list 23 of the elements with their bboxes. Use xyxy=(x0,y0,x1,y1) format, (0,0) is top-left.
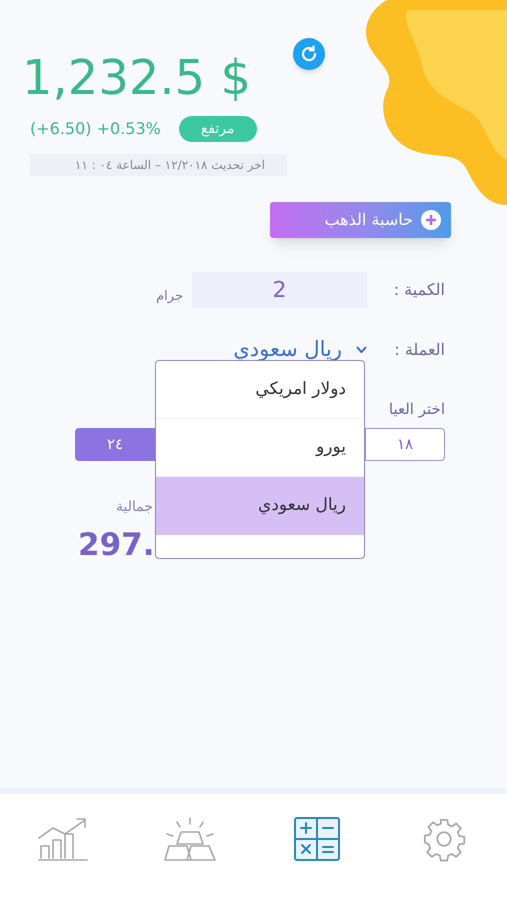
last-update: اخر تحديث ١٢/٢٠١٨ – الساعة ٠٤ : ١١ xyxy=(30,154,287,176)
karat-option[interactable]: ١٨ xyxy=(365,428,445,461)
total-label: جمالية xyxy=(114,498,153,517)
currency-label: العملة : xyxy=(393,338,445,361)
calculator-button[interactable]: حاسبة الذهب xyxy=(270,202,451,238)
karat-label: اختر العيا xyxy=(388,398,445,420)
price-change: (+6.50) +0.53% xyxy=(30,118,161,140)
refresh-button[interactable] xyxy=(293,38,326,70)
dropdown-option[interactable]: دولار امريكي xyxy=(156,361,364,419)
price-value: 1,232.5 $ xyxy=(22,49,252,108)
refresh-icon xyxy=(300,45,318,63)
karat-option[interactable]: ٢٤ xyxy=(75,428,155,461)
unit-label: جرام xyxy=(155,288,183,306)
calculator-icon xyxy=(292,816,341,862)
bar-chart-icon xyxy=(37,816,90,862)
ingots-icon xyxy=(163,816,218,862)
plus-icon xyxy=(421,210,441,230)
quantity-field[interactable]: 2 xyxy=(192,272,367,308)
trend-badge: مرتفع xyxy=(178,116,256,142)
total-value: 297. xyxy=(78,526,154,565)
quantity-label: الكمية : xyxy=(392,279,445,301)
dropdown-option[interactable]: ريال سعودي xyxy=(156,477,364,535)
chevron-down-icon xyxy=(356,346,367,354)
